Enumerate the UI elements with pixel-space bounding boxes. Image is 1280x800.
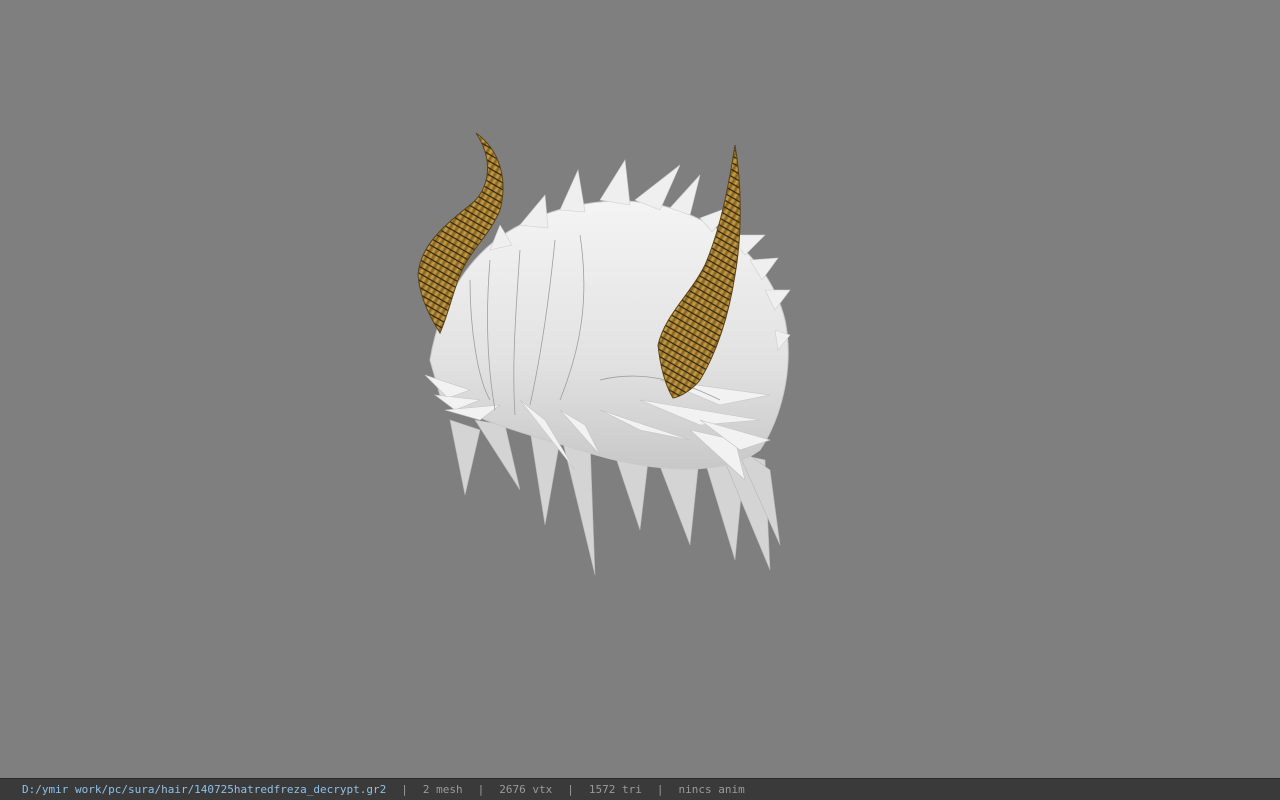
status-bar: D:/ymir work/pc/sura/hair/140725hatredfr… [0,778,1280,800]
vertex-count: 2676 vtx [499,783,553,796]
3d-viewport[interactable] [0,0,1280,778]
separator: | [656,783,664,796]
triangle-count: 1572 tri [588,783,642,796]
mesh-count: 2 mesh [422,783,463,796]
model-render [417,132,791,576]
separator: | [477,783,485,796]
separator: | [401,783,408,796]
animation-status: nincs anim [678,783,745,796]
separator: | [567,783,574,796]
file-path: D:/ymir work/pc/sura/hair/140725hatredfr… [22,783,387,796]
